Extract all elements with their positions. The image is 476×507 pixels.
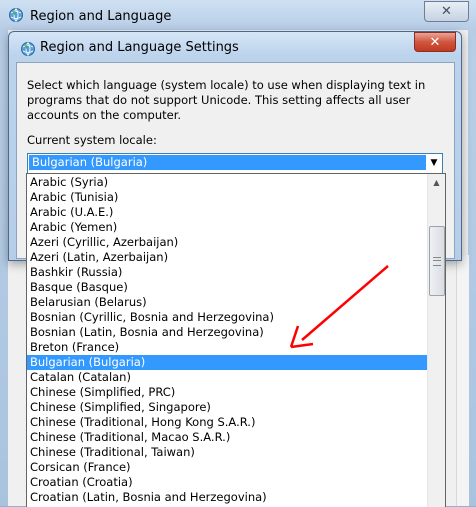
arrow-shaft [301,265,389,341]
annotation-arrow [289,265,389,349]
arrow-head [289,325,314,349]
